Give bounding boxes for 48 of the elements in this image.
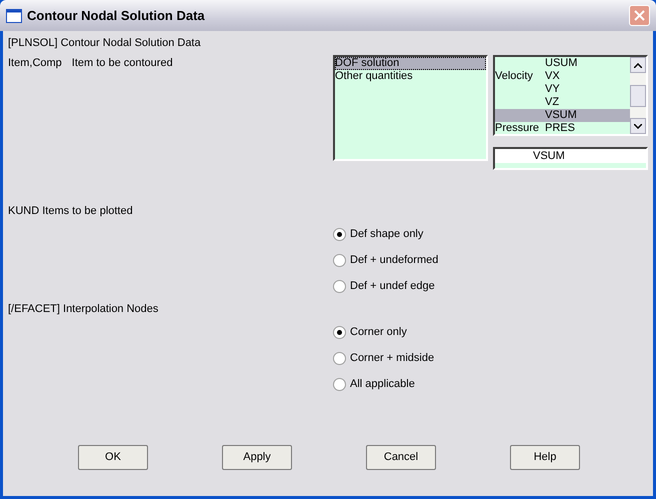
list-item[interactable]: Velocity VX xyxy=(495,70,630,83)
radio-label: Corner only xyxy=(350,324,407,340)
radio-button[interactable] xyxy=(333,378,346,390)
window-icon xyxy=(6,8,22,22)
list-item[interactable]: VSUM xyxy=(495,109,630,122)
scroll-up-icon[interactable] xyxy=(630,57,646,73)
window-title: Contour Nodal Solution Data xyxy=(27,6,205,25)
radio-button[interactable] xyxy=(333,254,346,266)
radio-label: Def + undeformed xyxy=(350,252,438,268)
dialog-button[interactable]: Help xyxy=(510,445,580,470)
radio-label: Corner + midside xyxy=(350,350,434,366)
radio-label: Def + undef edge xyxy=(350,278,435,294)
close-icon xyxy=(634,10,645,21)
component-label: VX xyxy=(545,70,560,83)
list-item[interactable]: VZ xyxy=(495,96,630,109)
list-item[interactable]: Pressure PRES xyxy=(495,122,630,135)
component-field[interactable]: VSUM xyxy=(493,147,648,170)
radio-label: All applicable xyxy=(350,376,415,392)
dialog-button[interactable]: Apply xyxy=(222,445,292,470)
dialog-header: [PLNSOL] Contour Nodal Solution Data xyxy=(8,36,202,51)
radio-label: Def shape only xyxy=(350,226,424,242)
radio-button[interactable] xyxy=(333,228,346,240)
group-label: Velocity xyxy=(495,70,533,82)
list-item[interactable]: Other quantities xyxy=(335,70,486,83)
scrollbar[interactable] xyxy=(630,57,646,134)
radio-button[interactable] xyxy=(333,352,346,364)
section-label: [/EFACET] Interpolation Nodes xyxy=(8,302,160,315)
radio-button[interactable] xyxy=(333,326,346,338)
list-item[interactable]: VY xyxy=(495,83,630,96)
category-list[interactable]: DOF solution Other quantities xyxy=(333,55,488,161)
list-item[interactable]: USUM xyxy=(495,57,630,70)
component-label: VZ xyxy=(545,96,560,109)
close-button[interactable] xyxy=(629,5,650,26)
component-label: VY xyxy=(545,83,560,96)
dialog-button[interactable]: OK xyxy=(78,445,148,470)
scroll-down-icon[interactable] xyxy=(630,118,646,134)
radio-button[interactable] xyxy=(333,280,346,292)
field-key: Item,Comp xyxy=(8,55,62,69)
component-label: USUM xyxy=(545,57,578,70)
field-label: Item to be contoured xyxy=(72,56,173,69)
scroll-thumb[interactable] xyxy=(630,84,646,106)
list-item[interactable]: DOF solution xyxy=(335,57,486,70)
component-label: PRES xyxy=(545,122,575,135)
section-label: KUND Items to be plotted xyxy=(8,204,134,217)
component-list[interactable]: USUM Velocity VX VY VZ VSUM Pressure PRES xyxy=(493,55,648,136)
dialog-button[interactable]: Cancel xyxy=(366,445,436,470)
group-label: Pressure xyxy=(495,122,540,134)
component-label: VSUM xyxy=(545,109,577,122)
